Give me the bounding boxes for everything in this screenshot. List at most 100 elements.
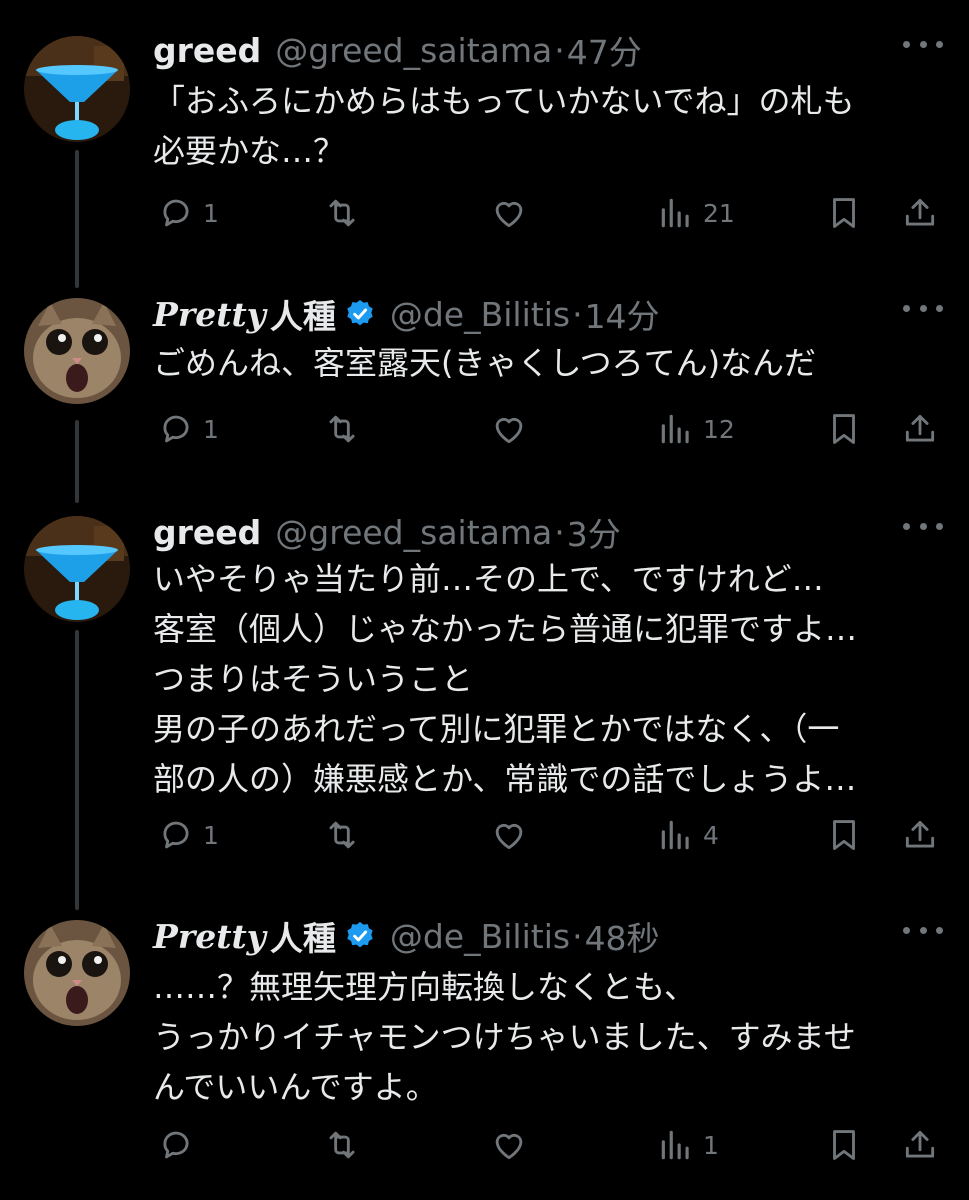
views-button[interactable]: 21 [657,188,735,238]
reply-count: 1 [203,820,219,850]
separator: · [572,916,583,956]
like-button[interactable] [490,188,536,238]
tweet-text-line: んでいいんですよ。 [153,1068,438,1106]
author-handle[interactable]: @de_Bilitis [390,917,570,956]
reply-icon [163,1131,189,1159]
like-button[interactable] [490,404,536,454]
thread-connector [75,150,79,288]
reply-button[interactable]: 1 [157,404,219,454]
tweet-text-line: 客室（個人）じゃなかったら普通に犯罪ですよ… [153,610,858,648]
author-name-kanji[interactable]: 人種 [270,912,336,960]
tweet-text: ……？無理矢理方向転換しなくとも、 うっかりイチャモンつけちゃいました、すみませ… [153,962,943,1112]
bookmark-button[interactable] [825,404,863,454]
separator: · [572,294,583,334]
bookmark-button[interactable] [825,188,863,238]
more-options-icon[interactable] [903,36,943,52]
share-button[interactable] [901,1120,939,1170]
author-name-kanji[interactable]: 人種 [270,290,336,338]
tweet-text: 「おふろにかめらはもっていかないでね」の札も 必要かな…？ [153,76,943,176]
bar-chart-icon [661,414,689,444]
repost-button[interactable] [323,810,369,860]
bar-chart-icon [661,1130,689,1160]
author-handle[interactable]: @greed_saitama [275,31,552,70]
tweet-text: いやそりゃ当たり前…その上で、ですけれど… 客室（個人）じゃなかったら普通に犯罪… [153,554,943,804]
avatar[interactable] [24,36,130,142]
view-count: 21 [703,198,735,228]
repost-button[interactable] [323,188,369,238]
author-name-latin[interactable]: Pretty [153,917,266,956]
screaming-cat-avatar-icon [24,298,130,404]
author-name[interactable]: greed [153,513,261,552]
timestamp[interactable]: 48秒 [585,912,660,960]
reply-count: 1 [203,198,219,228]
view-count: 12 [703,414,735,444]
tweet-text-line: 「おふろにかめらはもっていかないでね」の札も [153,82,855,120]
thread-connector [75,420,79,503]
verified-badge-icon [347,922,373,948]
bookmark-icon [833,414,855,444]
tweet-text-line: ……？無理矢理方向転換しなくとも、 [153,968,697,1006]
timestamp[interactable]: 14分 [585,290,660,338]
timestamp[interactable]: 3分 [567,508,621,556]
screaming-cat-avatar-icon [24,920,130,1026]
views-button[interactable]: 12 [657,404,735,454]
action-bar: 1 [153,1120,953,1170]
views-button[interactable]: 1 [657,1120,719,1170]
bookmark-icon [833,820,855,850]
bookmark-icon [833,198,855,228]
tweet-text-line: うっかりイチャモンつけちゃいました、すみませ [153,1018,856,1056]
tweet-text: ごめんね、客室露天(きゃくしつろてん)なんだ [153,338,943,388]
view-count: 1 [703,1130,719,1160]
more-options-icon[interactable] [903,518,943,534]
bookmark-icon [833,1130,855,1160]
blue-cocktail-avatar-icon [24,36,130,142]
like-button[interactable] [490,1120,536,1170]
tweet-text-line: 部の人の）嫌悪感とか、常識での話でしょうよ… [153,760,857,798]
reply-icon [163,199,189,227]
share-button[interactable] [901,188,939,238]
share-button[interactable] [901,810,939,860]
like-button[interactable] [490,810,536,860]
bookmark-button[interactable] [825,1120,863,1170]
tweet-text-line: ごめんね、客室露天(きゃくしつろてん)なんだ [153,344,817,382]
heart-icon [495,417,523,444]
author-handle[interactable]: @greed_saitama [275,513,552,552]
tweet-text-line: いやそりゃ当たり前…その上で、ですけれど… [153,560,824,598]
avatar[interactable] [24,516,130,622]
reply-count: 1 [203,414,219,444]
reply-button[interactable]: 1 [157,810,219,860]
repost-button[interactable] [323,1120,369,1170]
more-options-icon[interactable] [903,300,943,316]
action-bar: 1 21 [153,188,953,238]
bookmark-button[interactable] [825,810,863,860]
action-bar: 1 4 [153,810,953,860]
heart-icon [495,201,523,228]
author-handle[interactable]: @de_Bilitis [390,295,570,334]
avatar[interactable] [24,920,130,1026]
views-button[interactable]: 4 [657,810,719,860]
repost-button[interactable] [323,404,369,454]
tweet-text-line: つまりはそういうこと [153,660,474,698]
reply-button[interactable]: 1 [157,188,219,238]
heart-icon [495,1133,523,1160]
share-icon [905,1130,935,1158]
repost-icon [329,821,355,849]
repost-icon [329,199,355,227]
blue-cocktail-avatar-icon [24,516,130,622]
repost-icon [329,1131,355,1159]
tweet-header: greed @greed_saitama · 47分 [153,26,642,74]
reply-button[interactable] [157,1120,203,1170]
tweet-header: Pretty 人種 @de_Bilitis · 48秒 [153,912,660,960]
tweet-header: Pretty 人種 @de_Bilitis · 14分 [153,290,660,338]
timestamp[interactable]: 47分 [567,26,642,74]
author-name-latin[interactable]: Pretty [153,295,266,334]
share-icon [905,414,935,442]
share-icon [905,820,935,848]
author-name[interactable]: greed [153,31,261,70]
share-icon [905,198,935,226]
tweet-header: greed @greed_saitama · 3分 [153,508,621,556]
avatar[interactable] [24,298,130,404]
more-options-icon[interactable] [903,922,943,938]
share-button[interactable] [901,404,939,454]
bar-chart-icon [661,198,689,228]
